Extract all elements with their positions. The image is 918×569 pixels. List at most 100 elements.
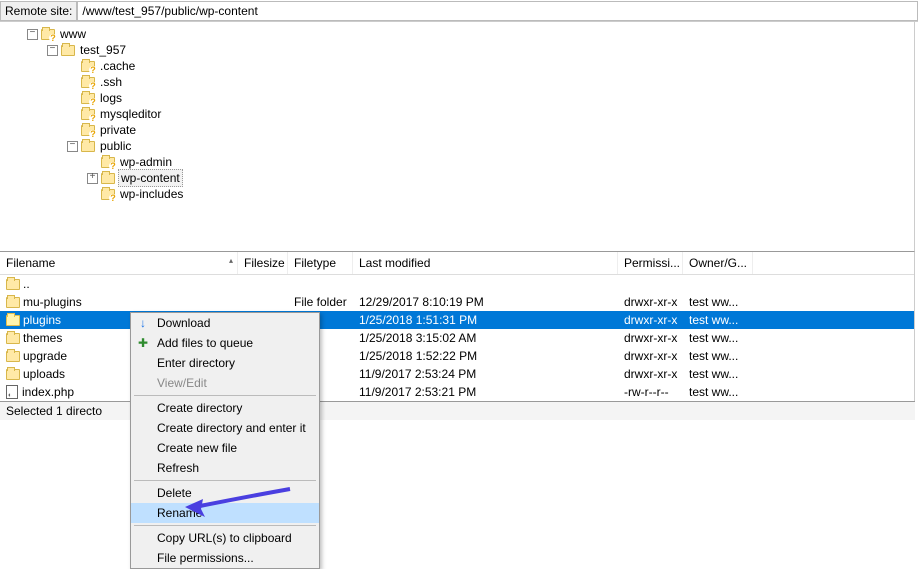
menu-label: View/Edit xyxy=(157,376,207,390)
menu-item-delete[interactable]: Delete xyxy=(131,483,319,503)
remote-site-path-input[interactable] xyxy=(77,1,918,21)
col-header-filetype[interactable]: Filetype xyxy=(288,252,353,274)
folder-icon xyxy=(101,189,115,200)
tree-label: www xyxy=(58,26,88,42)
menu-separator xyxy=(134,525,316,526)
cell-mod: 11/9/2017 2:53:21 PM xyxy=(353,383,618,401)
tree-node-private[interactable]: +private xyxy=(0,122,914,138)
menu-item-create-directory-and-enter-it[interactable]: Create directory and enter it xyxy=(131,418,319,438)
folder-icon xyxy=(6,351,20,362)
tree-node-logs[interactable]: +logs xyxy=(0,90,914,106)
menu-label: Add files to queue xyxy=(157,336,253,350)
cell-owner: test ww... xyxy=(683,293,753,311)
tree-node-wpcontent[interactable]: + wp-content xyxy=(0,170,914,186)
cell-mod: 11/9/2017 2:53:24 PM xyxy=(353,365,618,383)
cell-owner: test ww... xyxy=(683,329,753,347)
collapse-icon[interactable]: − xyxy=(47,45,58,56)
context-menu: ↓Download ✚ Add files to queue Enter direct… xyxy=(130,312,320,569)
menu-item-create-new-file[interactable]: Create new file xyxy=(131,438,319,458)
menu-separator xyxy=(134,480,316,481)
menu-label: Create directory and enter it xyxy=(157,421,306,435)
add-icon: ✚ xyxy=(135,336,151,350)
parent-folder-icon xyxy=(6,279,20,290)
menu-item-add-files-to-queue[interactable]: ✚ Add files to queue xyxy=(131,333,319,353)
menu-item-view-edit: View/Edit xyxy=(131,373,319,393)
tree-node-test957[interactable]: −test_957 xyxy=(0,42,914,58)
folder-icon xyxy=(6,315,20,326)
cell-mod: 12/29/2017 8:10:19 PM xyxy=(353,293,618,311)
folder-icon xyxy=(81,77,95,88)
menu-label: Rename xyxy=(157,506,202,520)
folder-icon xyxy=(101,157,115,168)
menu-item-copy-url-s-to-clipboard[interactable]: Copy URL(s) to clipboard xyxy=(131,528,319,548)
col-header-owner[interactable]: Owner/G... xyxy=(683,252,753,274)
menu-label: Enter directory xyxy=(157,356,235,370)
file-header-row: Filename▴ Filesize Filetype Last modifie… xyxy=(0,252,914,275)
col-header-lastmod[interactable]: Last modified xyxy=(353,252,618,274)
cell-perm: drwxr-xr-x xyxy=(618,329,683,347)
folder-icon xyxy=(81,125,95,136)
tree-label: .ssh xyxy=(98,74,124,90)
folder-icon xyxy=(101,173,115,184)
cell-perm: drwxr-xr-x xyxy=(618,365,683,383)
remote-tree[interactable]: −www−test_957+.cache+.ssh+logs+mysqledit… xyxy=(0,22,915,252)
menu-label: Create new file xyxy=(157,441,237,455)
expand-icon[interactable]: + xyxy=(87,173,98,184)
cell-filename: mu-plugins xyxy=(0,293,238,311)
cell-perm: drwxr-xr-x xyxy=(618,347,683,365)
sort-asc-icon: ▴ xyxy=(229,256,233,265)
tree-label: private xyxy=(98,122,138,138)
folder-icon xyxy=(81,141,95,152)
menu-label: File permissions... xyxy=(157,551,254,565)
cell-perm: -rw-r--r-- xyxy=(618,383,683,401)
folder-icon xyxy=(41,29,55,40)
tree-node-ssh[interactable]: +.ssh xyxy=(0,74,914,90)
remote-site-label: Remote site: xyxy=(0,1,77,21)
tree-label: public xyxy=(98,138,133,154)
menu-item-rename[interactable]: Rename xyxy=(131,503,319,523)
col-header-filesize[interactable]: Filesize xyxy=(238,252,288,274)
tree-node-wpadmin[interactable]: +wp-admin xyxy=(0,154,914,170)
folder-icon xyxy=(6,369,20,380)
menu-item-refresh[interactable]: Refresh xyxy=(131,458,319,478)
file-row[interactable]: mu-plugins File folder12/29/2017 8:10:19 … xyxy=(0,293,914,311)
cell-owner: test ww... xyxy=(683,347,753,365)
menu-separator xyxy=(134,395,316,396)
cell-owner: test ww... xyxy=(683,383,753,401)
tree-node-wpincludes[interactable]: +wp-includes xyxy=(0,186,914,202)
tree-node-mysqleditor[interactable]: +mysqleditor xyxy=(0,106,914,122)
menu-label: Create directory xyxy=(157,401,242,415)
cell-mod: 1/25/2018 1:52:22 PM xyxy=(353,347,618,365)
tree-label: wp-includes xyxy=(118,186,185,202)
tree-node-www[interactable]: − www xyxy=(0,26,914,42)
tree-label: mysqleditor xyxy=(98,106,163,122)
folder-icon xyxy=(81,109,95,120)
cell-perm: drwxr-xr-x xyxy=(618,311,683,329)
menu-item-enter-directory[interactable]: Enter directory xyxy=(131,353,319,373)
menu-item-file-permissions[interactable]: File permissions... xyxy=(131,548,319,568)
col-header-perm[interactable]: Permissi... xyxy=(618,252,683,274)
tree-label: wp-content xyxy=(118,169,183,187)
menu-item-download[interactable]: ↓Download xyxy=(131,313,319,333)
cell-filename: .. xyxy=(0,275,238,293)
menu-label: Copy URL(s) to clipboard xyxy=(157,531,292,545)
cell-type: File folder xyxy=(288,293,353,311)
cell-mod: 1/25/2018 1:51:31 PM xyxy=(353,311,618,329)
file-row[interactable]: .. xyxy=(0,275,914,293)
tree-label: logs xyxy=(98,90,124,106)
folder-icon xyxy=(81,61,95,72)
menu-label: Delete xyxy=(157,486,192,500)
menu-item-create-directory[interactable]: Create directory xyxy=(131,398,319,418)
tree-node-cache[interactable]: +.cache xyxy=(0,58,914,74)
collapse-icon[interactable]: − xyxy=(27,29,38,40)
cell-perm: drwxr-xr-x xyxy=(618,293,683,311)
collapse-icon[interactable]: − xyxy=(67,141,78,152)
tree-label: wp-admin xyxy=(118,154,174,170)
folder-icon xyxy=(81,93,95,104)
php-file-icon xyxy=(6,385,18,399)
tree-node-public[interactable]: − public xyxy=(0,138,914,154)
tree-label: .cache xyxy=(98,58,137,74)
menu-label: Refresh xyxy=(157,461,199,475)
col-header-filename[interactable]: Filename▴ xyxy=(0,252,238,274)
folder-icon xyxy=(6,333,20,344)
